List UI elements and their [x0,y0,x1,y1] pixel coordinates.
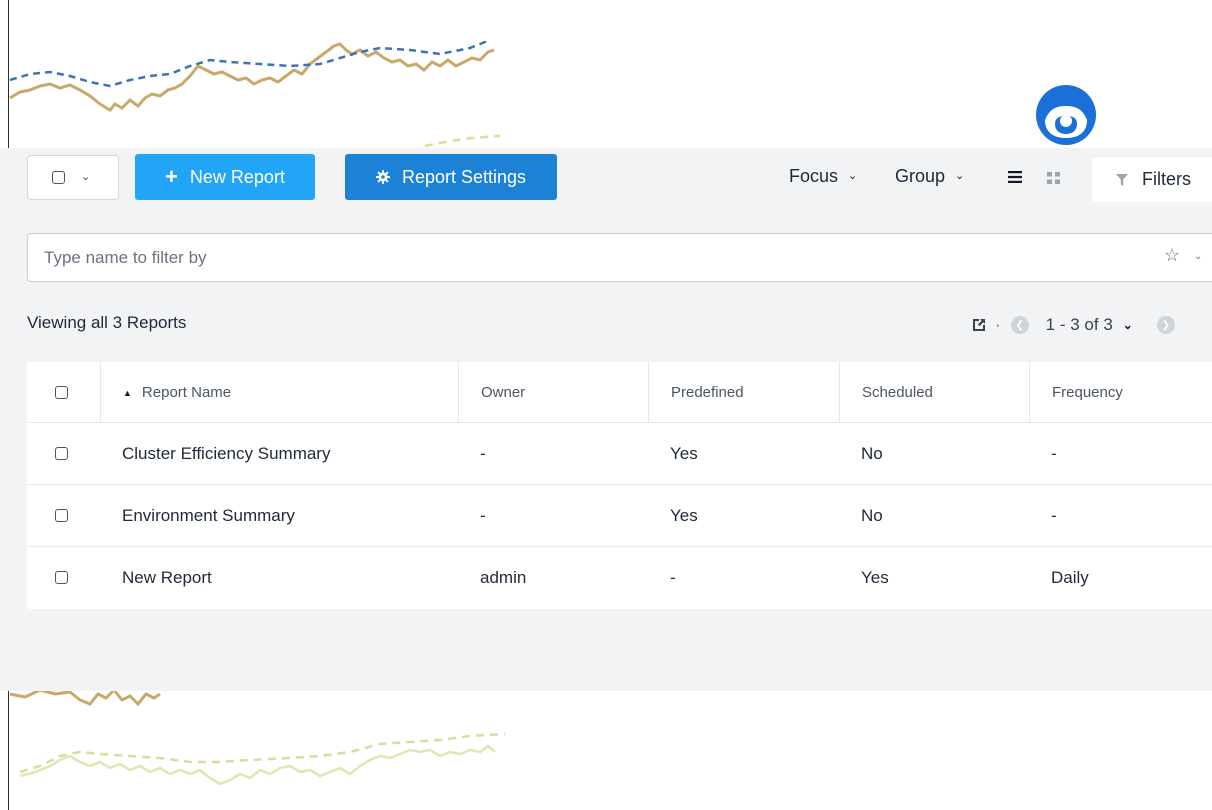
owner-cell: - [480,505,486,525]
report-settings-button[interactable]: Report Settings [345,154,557,200]
bg-sparkline-gold-bottom [9,687,161,707]
bg-sparkline-green-dashed [19,732,506,774]
chevron-down-icon: ⌄ [955,170,965,182]
chevron-down-icon: ⌄ [1122,318,1133,332]
column-header-label: Report Name [141,384,232,401]
report-name-cell[interactable]: New Report [122,547,212,608]
predefined-cell: Yes [670,443,698,463]
name-filter-input[interactable] [29,235,1129,280]
group-dropdown[interactable]: Group ⌄ [895,166,964,187]
select-all-checkbox[interactable] [52,171,65,184]
scheduled-cell: Yes [861,567,889,587]
bg-sparkline-blue-dashed [9,38,491,88]
list-view-icon[interactable] [1008,171,1022,183]
chevron-down-icon[interactable]: ⌄ [1194,251,1202,262]
header-select-cell [55,362,100,423]
filter-box: ☆ ⌄ [27,233,1212,282]
plus-icon: + [165,164,178,189]
table-row[interactable]: New Report admin - Yes Daily [27,547,1212,609]
frequency-cell: Daily [1051,567,1089,587]
row-select-cell [55,547,68,608]
row-select-cell [55,423,68,484]
column-header-label: Predefined [671,384,744,401]
bg-sparkline-green-top [424,134,501,148]
sort-ascending-icon: ▲ [123,387,132,398]
bg-sparkline-green-solid [19,744,496,786]
table-row[interactable]: Environment Summary - Yes No - [27,485,1212,547]
owner-cell: - [480,443,486,463]
filters-label: Filters [1142,169,1191,189]
report-name-cell[interactable]: Environment Summary [122,485,295,546]
previous-page-button[interactable]: ❮ [1010,316,1029,334]
pagination: · ❮ 1 - 3 of 3 ⌄ ❯ [972,314,1175,336]
focus-dropdown[interactable]: Focus ⌄ [789,166,857,187]
column-header-owner[interactable]: Owner [458,362,648,423]
frequency-cell: - [1051,443,1057,463]
reports-table: ▲ Report Name Owner Predefined Scheduled… [27,362,1212,609]
page-range-text: 1 - 3 of 3 [1045,315,1113,334]
gear-icon [375,170,390,184]
column-header-label: Frequency [1052,384,1123,401]
viewing-count-text: Viewing all 3 Reports [27,313,187,332]
page-range-dropdown[interactable]: 1 - 3 of 3 ⌄ [1046,315,1133,335]
page: ⌄ + New Report Report Settings Focus ⌄ G… [0,0,1212,810]
next-page-button[interactable]: ❯ [1156,316,1175,334]
column-header-label: Owner [481,384,526,401]
predefined-cell: Yes [670,505,698,525]
bg-sparkline-gold-top [9,42,495,112]
filters-button[interactable]: Filters [1092,157,1212,202]
filter-icon [1116,173,1128,186]
group-label: Group [895,166,946,186]
scheduled-cell: No [861,443,883,463]
scheduled-cell: No [861,505,883,525]
predefined-cell: - [670,567,676,587]
chevron-down-icon: ⌄ [848,170,858,182]
frequency-cell: - [1051,505,1057,525]
row-select-cell [55,485,68,546]
new-report-label: New Report [189,166,285,187]
star-icon[interactable]: ☆ [1164,245,1180,266]
row-checkbox[interactable] [55,447,68,460]
owner-cell: admin [480,567,527,587]
row-checkbox[interactable] [55,571,68,584]
report-settings-label: Report Settings [401,166,527,187]
new-report-button[interactable]: + New Report [135,154,315,200]
grid-view-icon[interactable] [1047,172,1060,184]
table-row[interactable]: Cluster Efficiency Summary - Yes No - [27,423,1212,485]
row-checkbox[interactable] [55,509,68,522]
table-header: ▲ Report Name Owner Predefined Scheduled… [27,362,1212,423]
column-header-scheduled[interactable]: Scheduled [839,362,1029,423]
column-header-frequency[interactable]: Frequency [1029,362,1212,423]
column-header-report-name[interactable]: ▲ Report Name [100,362,458,423]
pagination-separator: · [995,315,1001,334]
chevron-down-icon: ⌄ [81,171,91,183]
column-header-label: Scheduled [862,384,933,401]
user-avatar-icon[interactable] [1035,84,1097,146]
focus-label: Focus [789,166,839,186]
export-icon[interactable] [972,318,986,332]
select-all-dropdown[interactable]: ⌄ [27,155,119,200]
report-name-cell[interactable]: Cluster Efficiency Summary [122,423,330,484]
header-checkbox[interactable] [55,386,68,399]
column-header-predefined[interactable]: Predefined [648,362,839,423]
